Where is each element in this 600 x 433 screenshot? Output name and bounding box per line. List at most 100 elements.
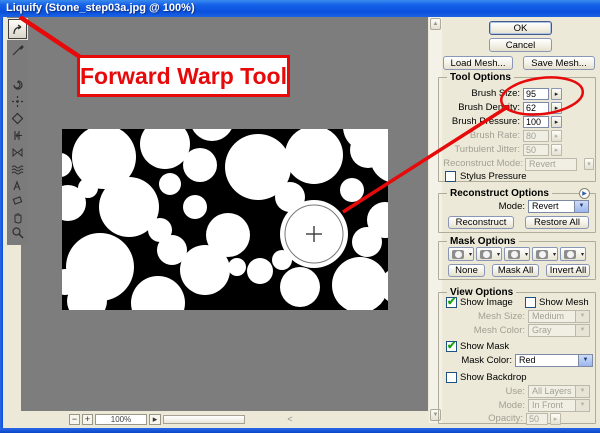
annotation-callout-text: Forward Warp Tool	[80, 63, 287, 90]
backdrop-mode-label: Mode:	[439, 400, 525, 412]
dropdown-arrow-icon: ▼	[575, 325, 589, 336]
dropdown-arrow-icon: ▼	[575, 311, 589, 322]
turbulence-tool-button[interactable]	[8, 162, 27, 177]
zoom-icon	[11, 226, 24, 239]
check-icon: ✔	[447, 339, 456, 352]
window-border-bottom	[0, 428, 600, 433]
pucker-tool-button[interactable]	[8, 94, 27, 109]
reconstruct-brush-icon	[11, 44, 24, 57]
turbulence-icon	[11, 163, 24, 176]
backdrop-mode-dropdown: In Front ▼	[528, 399, 590, 412]
dropdown-arrow-icon[interactable]: ▼	[574, 201, 588, 212]
freeze-mask-tool-button[interactable]	[8, 178, 27, 193]
zoom-out-button[interactable]: −	[69, 414, 80, 425]
mask-none-button[interactable]: None	[448, 264, 485, 277]
reconstruct-mode-select[interactable]: Revert ▼	[528, 200, 589, 213]
restore-all-button[interactable]: Restore All	[525, 216, 589, 229]
show-mask-checkbox[interactable]: ✔	[446, 341, 457, 352]
brush-size-field[interactable]: 95	[523, 88, 549, 100]
bloat-tool-button[interactable]	[8, 111, 27, 126]
mask-options-group: Mask Options ▾ ▾ ▾ ▾ ▾ None Mask All Inv…	[438, 241, 596, 280]
mesh-color-label: Mesh Color:	[439, 325, 525, 337]
zoom-in-button[interactable]: +	[82, 414, 93, 425]
brush-density-field[interactable]: 62	[523, 102, 549, 114]
replace-selection-icon	[452, 250, 464, 259]
show-image-checkbox[interactable]: ✔	[446, 297, 457, 308]
mask-options-title: Mask Options	[447, 236, 519, 247]
brush-pressure-field[interactable]: 100	[523, 116, 549, 128]
title-bar[interactable]: Liquify (Stone_step03a.jpg @ 100%)	[0, 0, 600, 17]
turbulent-jitter-label: Turbulent Jitter:	[439, 144, 520, 156]
brush-pressure-label: Brush Pressure:	[439, 116, 520, 128]
tool-options-title: Tool Options	[447, 72, 514, 83]
show-mask-label: Show Mask	[460, 341, 509, 353]
reconstruct-mode-label: Reconstruct Mode:	[439, 158, 523, 170]
scroll-left-arrow[interactable]: <	[285, 414, 295, 425]
push-left-tool-button[interactable]	[8, 128, 27, 143]
push-left-icon	[11, 129, 24, 142]
zoom-popup-arrow[interactable]: ▸	[149, 414, 161, 425]
brush-density-spinner[interactable]: ▸	[551, 102, 562, 114]
cancel-button[interactable]: Cancel	[489, 38, 552, 52]
zoom-tool-button[interactable]	[8, 225, 27, 240]
twirl-icon	[11, 78, 24, 91]
reconstruct-mode-dropdown: Revert	[525, 158, 577, 171]
reconstruct-options-title: Reconstruct Options	[447, 188, 552, 199]
window-title: Liquify (Stone_step03a.jpg @ 100%)	[6, 2, 195, 14]
brush-density-label: Brush Density:	[439, 102, 520, 114]
mask-color-label: Mask Color:	[439, 355, 512, 367]
dropdown-arrow-icon: ▼	[575, 386, 589, 397]
pucker-icon	[11, 95, 24, 108]
show-mesh-label: Show Mesh	[539, 297, 589, 309]
hand-icon	[11, 211, 24, 224]
hand-tool-button[interactable]	[8, 210, 27, 225]
load-mesh-button[interactable]: Load Mesh...	[443, 56, 513, 70]
reconstruct-button[interactable]: Reconstruct	[448, 216, 514, 229]
reconstruct-mode-arrow-icon: ▾	[584, 158, 594, 170]
intersect-selection-button[interactable]: ▾	[532, 247, 558, 261]
turbulent-jitter-field: 50	[523, 144, 549, 156]
bloat-icon	[11, 112, 24, 125]
flyout-arrow-icon[interactable]: ▶	[579, 188, 590, 199]
save-mesh-button[interactable]: Save Mesh...	[523, 56, 595, 70]
stylus-pressure-label: Stylus Pressure	[460, 171, 527, 183]
show-image-label: Show Image	[460, 297, 513, 309]
add-to-selection-button[interactable]: ▾	[476, 247, 502, 261]
mask-all-button[interactable]: Mask All	[492, 264, 539, 277]
mask-color-dropdown[interactable]: Red ▼	[515, 354, 593, 367]
annotation-callout: Forward Warp Tool	[77, 55, 290, 97]
turbulent-jitter-spinner: ▸	[551, 144, 562, 156]
zoom-level-field[interactable]: 100%	[95, 414, 147, 425]
brush-size-spinner[interactable]: ▸	[551, 88, 562, 100]
thaw-mask-tool-button[interactable]	[8, 193, 27, 208]
preview-scroll-track[interactable]	[163, 415, 245, 424]
use-dropdown: All Layers ▼	[528, 385, 590, 398]
twirl-clockwise-tool-button[interactable]	[8, 77, 27, 92]
check-icon: ✔	[447, 295, 456, 308]
opacity-label: Opacity:	[439, 413, 523, 425]
mirror-tool-button[interactable]	[8, 145, 27, 160]
liquify-canvas[interactable]	[62, 129, 388, 310]
brush-rate-label: Brush Rate:	[439, 130, 520, 142]
liquify-canvas-svg	[62, 129, 388, 310]
view-options-group: View Options ✔ Show Image Show Mesh Mesh…	[438, 292, 596, 424]
mesh-size-dropdown: Medium ▼	[528, 310, 590, 323]
forward-warp-tool-button[interactable]	[8, 19, 27, 39]
mesh-size-label: Mesh Size:	[439, 311, 525, 323]
tool-options-group: Tool Options Brush Size: 95 ▸ Brush Dens…	[438, 77, 596, 182]
invert-all-button[interactable]: Invert All	[546, 264, 590, 277]
replace-selection-button[interactable]: ▾	[448, 247, 474, 261]
options-panel: OK Cancel Load Mesh... Save Mesh... Tool…	[438, 17, 600, 428]
show-backdrop-checkbox[interactable]	[446, 372, 457, 383]
invert-selection-button[interactable]: ▾	[560, 247, 586, 261]
dropdown-arrow-icon: ▼	[575, 400, 589, 411]
ok-button[interactable]: OK	[489, 21, 552, 35]
thaw-mask-icon	[11, 194, 24, 207]
reconstruct-tool-button[interactable]	[8, 43, 27, 58]
add-to-selection-icon	[480, 250, 492, 259]
subtract-from-selection-button[interactable]: ▾	[504, 247, 530, 261]
show-mesh-checkbox[interactable]	[525, 297, 536, 308]
stylus-pressure-checkbox[interactable]	[445, 171, 456, 182]
brush-pressure-spinner[interactable]: ▸	[551, 116, 562, 128]
dropdown-arrow-icon[interactable]: ▼	[578, 355, 592, 366]
